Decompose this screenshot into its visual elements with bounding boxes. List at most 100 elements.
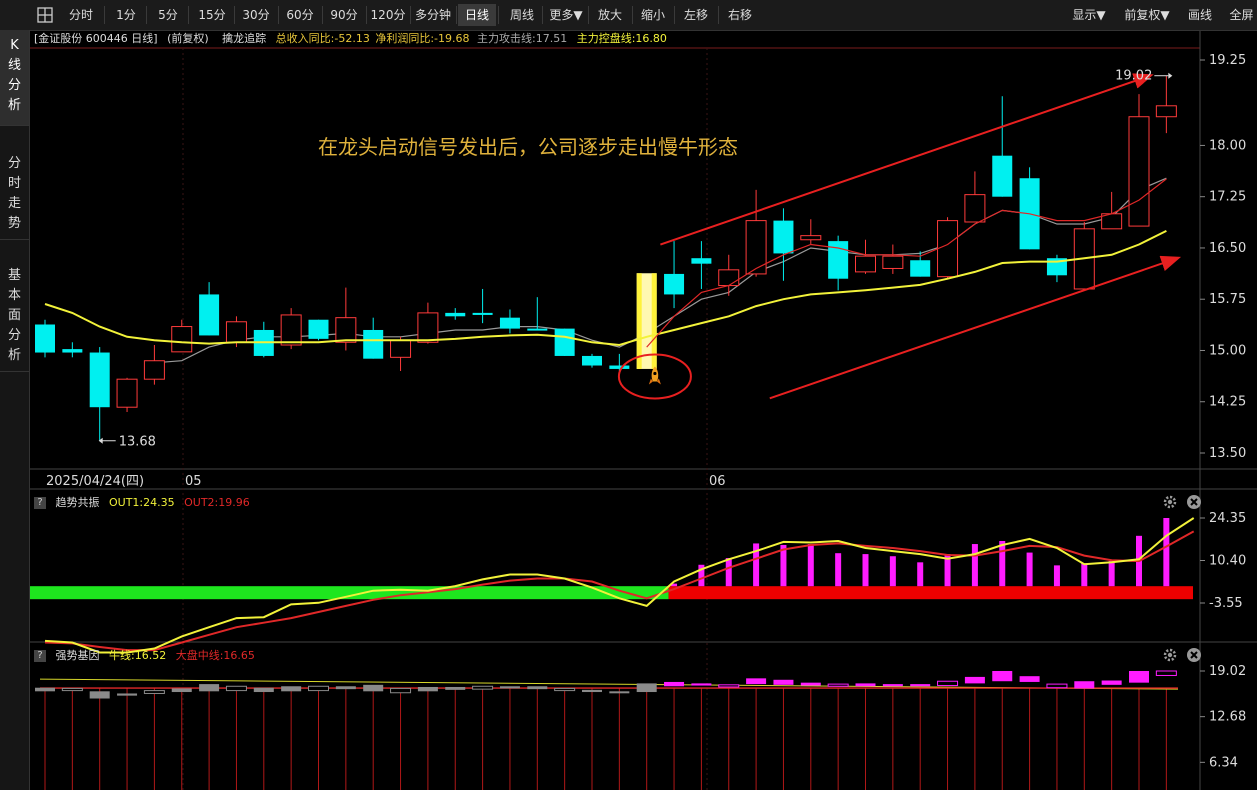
toolbar-right-button-3[interactable]: 全屏 xyxy=(1226,4,1257,26)
gene-block xyxy=(1101,680,1122,685)
toolbar-button-9[interactable]: 日线 xyxy=(458,4,496,26)
candle-body-up xyxy=(718,269,740,287)
gear-icon[interactable] xyxy=(1162,647,1178,663)
candle xyxy=(718,254,740,296)
toolbar-button-0[interactable]: 分时 xyxy=(60,4,102,26)
toolbar-button-8[interactable]: 多分钟 xyxy=(412,4,454,26)
toolbar-right-button-2[interactable]: 画线 xyxy=(1180,4,1220,26)
revenue-yoy: 总收入同比:-52.13 xyxy=(275,32,370,45)
candle xyxy=(992,96,1013,197)
gene-block xyxy=(992,671,1013,682)
candle xyxy=(582,353,602,368)
toolbar-separator xyxy=(718,6,719,24)
candle-body-down xyxy=(582,355,602,366)
candle xyxy=(363,317,384,359)
candle xyxy=(664,241,685,309)
gene-block xyxy=(1155,670,1177,676)
toolbar-button-13[interactable]: 缩小 xyxy=(634,4,672,26)
candle-body-up xyxy=(745,220,767,275)
candle xyxy=(308,319,329,341)
gene-block xyxy=(554,687,576,692)
panel2-title: 趋势共振 xyxy=(55,496,100,509)
help-icon[interactable]: ? xyxy=(34,650,46,662)
candle xyxy=(745,189,767,277)
candle-body-down xyxy=(527,328,548,331)
toolbar-button-4[interactable]: 30分 xyxy=(236,4,276,26)
date-label: 2025/04/24(四) xyxy=(46,474,144,489)
candle xyxy=(691,241,712,289)
p3-tick-label: 6.34 xyxy=(1209,755,1238,770)
gene-block xyxy=(582,689,602,693)
grid-icon[interactable] xyxy=(34,4,56,26)
candle-body-down xyxy=(910,260,931,277)
tab-k-line-analysis[interactable]: K线分析 xyxy=(0,30,29,126)
candle-body-down xyxy=(89,352,110,408)
panel2-legend-out2: OUT2:19.96 xyxy=(184,496,250,509)
panel2-tools xyxy=(1162,494,1202,512)
toolbar-button-5[interactable]: 60分 xyxy=(280,4,320,26)
toolbar-button-12[interactable]: 放大 xyxy=(590,4,630,26)
toolbar-button-15[interactable]: 右移 xyxy=(720,4,760,26)
tab-intraday-trend[interactable]: 分时走势 xyxy=(0,148,29,240)
toolbar-button-2[interactable]: 5分 xyxy=(150,4,186,26)
gene-block xyxy=(225,685,247,692)
toolbar-button-11[interactable]: 更多▼ xyxy=(546,4,586,26)
trend-bar xyxy=(999,541,1006,587)
low-label: 13.68 xyxy=(119,435,156,450)
toolbar-separator xyxy=(588,6,589,24)
trend-bar xyxy=(889,556,896,587)
gene-block xyxy=(664,681,685,687)
tab-fundamental-analysis[interactable]: 基本面分析 xyxy=(0,260,29,372)
candle-body-up xyxy=(225,321,247,343)
price-tick-label: 17.25 xyxy=(1209,190,1246,205)
price-tick-label: 18.00 xyxy=(1209,138,1246,153)
sidebar: K线分析 分时走势 基本面分析 xyxy=(0,30,30,790)
gene-block xyxy=(910,684,931,687)
gene-block xyxy=(499,686,520,689)
gene-block xyxy=(472,685,494,690)
price-tick-label: 13.50 xyxy=(1209,446,1246,461)
candle xyxy=(390,336,412,371)
high-label: 19.02 xyxy=(1115,69,1152,84)
toolbar-separator xyxy=(278,6,279,24)
gene-block xyxy=(1129,671,1149,683)
toolbar-separator xyxy=(322,6,323,24)
high-marker-arrow xyxy=(1168,72,1173,79)
tab-label: 分时走势 xyxy=(7,156,21,231)
price-tick-label: 16.50 xyxy=(1209,241,1246,256)
signal-candle-edge xyxy=(636,273,642,369)
toolbar-button-14[interactable]: 左移 xyxy=(676,4,716,26)
ma-gray-line xyxy=(154,177,1167,364)
toolbar-right-button-0[interactable]: 显示▼ xyxy=(1064,4,1114,26)
price-tick-label: 15.75 xyxy=(1209,292,1246,307)
candle-body-up xyxy=(171,326,193,353)
candle xyxy=(35,319,55,358)
gear-icon[interactable] xyxy=(1162,494,1178,510)
toolbar-separator xyxy=(234,6,235,24)
gene-block xyxy=(390,687,412,694)
toolbar-button-3[interactable]: 15分 xyxy=(192,4,232,26)
candle xyxy=(1073,221,1095,290)
gene-block xyxy=(718,684,740,688)
green-trend-band xyxy=(30,586,669,600)
candle xyxy=(1128,94,1150,227)
toolbar-button-10[interactable]: 周线 xyxy=(504,4,540,26)
candle xyxy=(964,171,986,223)
close-icon[interactable] xyxy=(1186,494,1202,510)
gene-block xyxy=(1074,681,1095,689)
candle xyxy=(828,235,849,291)
close-icon[interactable] xyxy=(1186,647,1202,663)
gene-block xyxy=(827,683,849,687)
gene-block xyxy=(281,686,302,692)
toolbar-button-6[interactable]: 90分 xyxy=(324,4,364,26)
gene-block xyxy=(117,693,138,696)
candle-body-up xyxy=(143,360,165,380)
help-icon[interactable]: ? xyxy=(34,497,46,509)
toolbar-button-7[interactable]: 120分 xyxy=(368,4,408,26)
candle-body-down xyxy=(62,349,83,353)
candle xyxy=(855,239,876,274)
toolbar-right-button-1[interactable]: 前复权▼ xyxy=(1116,4,1178,26)
candle-body-down xyxy=(773,220,794,254)
toolbar-button-1[interactable]: 1分 xyxy=(108,4,144,26)
trend-bar xyxy=(1108,561,1115,587)
